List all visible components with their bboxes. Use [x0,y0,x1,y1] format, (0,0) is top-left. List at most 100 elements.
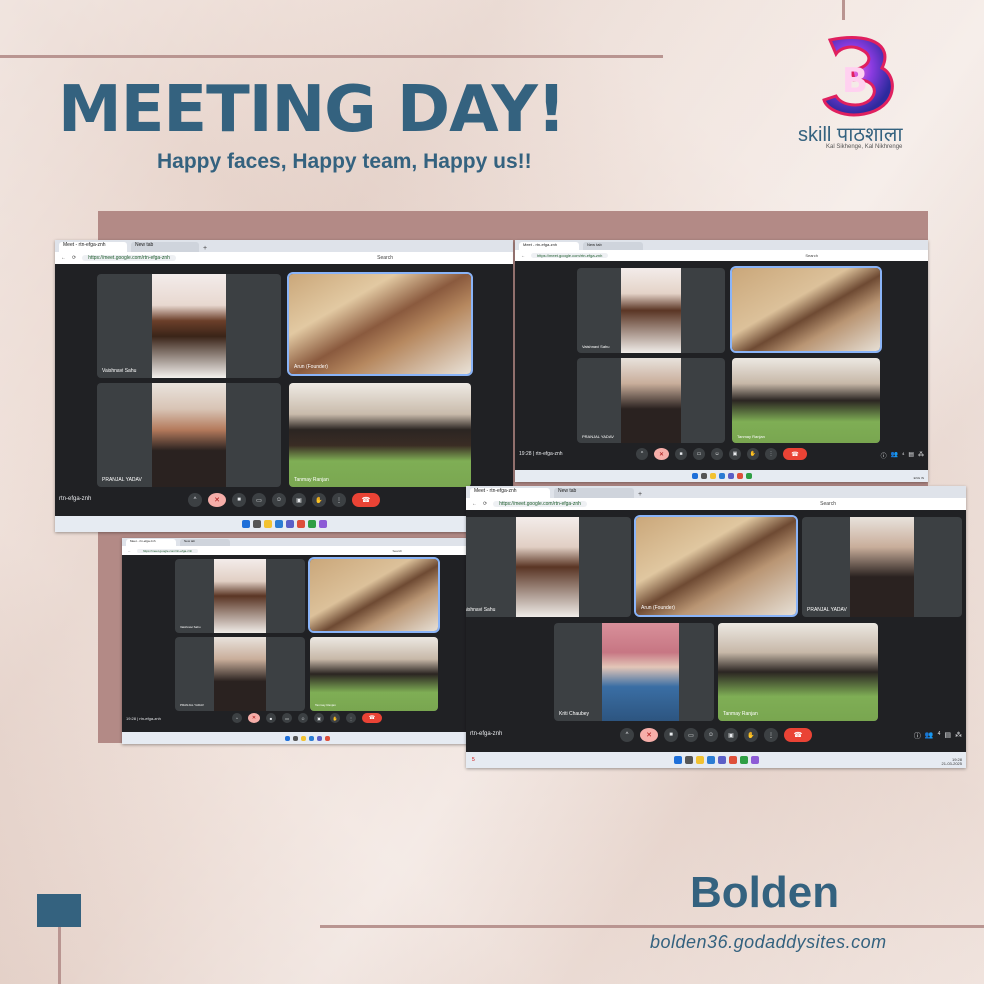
caret-up-icon[interactable]: ^ [636,448,648,460]
more-options-icon[interactable]: ⋮ [332,493,346,507]
camera-icon[interactable]: ■ [232,493,246,507]
chrome-icon[interactable] [736,473,743,479]
emoji-icon[interactable]: ☺ [298,713,308,723]
emoji-icon[interactable]: ☺ [711,448,723,460]
captions-icon[interactable]: ▭ [282,713,292,723]
present-icon[interactable]: ▣ [292,493,306,507]
end-call-icon[interactable]: ☎ [352,493,380,507]
folder-icon[interactable] [300,735,306,741]
captions-icon[interactable]: ▭ [252,493,266,507]
app-icon[interactable] [318,520,327,528]
activities-icon[interactable]: ⁂ [955,731,962,741]
back-icon[interactable]: ← [61,255,66,261]
chat-icon[interactable]: ▤ [944,731,951,741]
teams-icon[interactable] [717,756,726,764]
camera-icon[interactable]: ■ [675,448,687,460]
url-field[interactable]: https://meet.google.com/rtn-efga-znh [531,253,609,258]
app-icon[interactable] [750,756,759,764]
camera-icon[interactable]: ■ [266,713,276,723]
people-icon[interactable]: 👥 [925,731,934,741]
raise-hand-icon[interactable]: ✋ [312,493,326,507]
chat-icon[interactable]: ▤ [908,451,914,460]
start-icon[interactable] [691,473,698,479]
present-icon[interactable]: ▣ [724,728,738,742]
new-tab-icon[interactable]: + [638,491,642,498]
captions-icon[interactable]: ▭ [684,728,698,742]
teams-icon[interactable] [727,473,734,479]
mic-off-icon[interactable]: ✕ [208,493,226,507]
chrome-icon[interactable] [728,756,737,764]
end-call-icon[interactable]: ☎ [362,713,382,723]
reload-icon[interactable]: ⟳ [483,501,487,507]
more-options-icon[interactable]: ⋮ [346,713,356,723]
emoji-icon[interactable]: ☺ [704,728,718,742]
search-icon[interactable] [700,473,707,479]
info-icon[interactable]: ⓘ [914,731,921,741]
start-icon[interactable] [284,735,290,741]
present-icon[interactable]: ▣ [314,713,324,723]
folder-icon[interactable] [263,520,272,528]
edge-icon[interactable] [706,756,715,764]
captions-icon[interactable]: ▭ [693,448,705,460]
mic-off-icon[interactable]: ✕ [640,728,658,742]
participant-video [515,517,579,617]
more-options-icon[interactable]: ⋮ [764,728,778,742]
end-call-icon[interactable]: ☎ [784,728,812,742]
raise-hand-icon[interactable]: ✋ [747,448,759,460]
chrome-icon[interactable] [324,735,330,741]
tab-meet[interactable]: Meet - rtn-efga-znh [519,242,579,250]
start-icon[interactable] [241,520,250,528]
url-field[interactable]: https://meet.google.com/rtn-efga-znh [493,501,587,507]
search-field[interactable]: Search [392,549,402,553]
present-icon[interactable]: ▣ [729,448,741,460]
website-url[interactable]: bolden36.godaddysites.com [650,932,887,953]
tab-new[interactable]: New tab [180,539,230,546]
tab-new[interactable]: New tab [583,242,643,250]
tab-meet[interactable]: Meet - rtn-efga-znh [126,539,176,546]
url-field[interactable]: https://meet.google.com/rtn-efga-znh [137,548,199,553]
chrome-icon[interactable] [296,520,305,528]
caret-up-icon[interactable]: ^ [188,493,202,507]
tab-new[interactable]: New tab [554,488,634,498]
tab-meet[interactable]: Meet - rtn-efga-znh [470,488,550,498]
activities-icon[interactable]: ⁂ [918,451,924,460]
info-icon[interactable]: ⓘ [881,451,887,460]
search-field[interactable]: Search [805,253,818,258]
app-icon[interactable] [307,520,316,528]
participant-video [850,517,914,617]
people-icon[interactable]: 👥 [891,451,898,460]
tab-new[interactable]: New tab [131,242,199,252]
reload-icon[interactable]: ⟳ [72,255,76,261]
search-icon[interactable] [684,756,693,764]
teams-icon[interactable] [316,735,322,741]
back-icon[interactable]: ← [472,501,477,507]
end-call-icon[interactable]: ☎ [783,448,807,460]
folder-icon[interactable] [709,473,716,479]
tab-meet[interactable]: Meet - rtn-efga-znh [59,242,127,252]
raise-hand-icon[interactable]: ✋ [744,728,758,742]
app-icon[interactable] [739,756,748,764]
emoji-icon[interactable]: ☺ [272,493,286,507]
mic-off-icon[interactable]: ✕ [654,448,669,460]
back-icon[interactable]: ← [521,253,525,258]
camera-icon[interactable]: ■ [664,728,678,742]
app-icon[interactable] [745,473,752,479]
edge-icon[interactable] [718,473,725,479]
search-field[interactable]: Search [377,255,393,261]
caret-up-icon[interactable]: ^ [232,713,242,723]
search-field[interactable]: Search [820,501,836,507]
new-tab-icon[interactable]: + [203,245,207,252]
raise-hand-icon[interactable]: ✋ [330,713,340,723]
folder-icon[interactable] [695,756,704,764]
back-icon[interactable]: ← [128,549,131,553]
search-icon[interactable] [252,520,261,528]
edge-icon[interactable] [308,735,314,741]
url-field[interactable]: https://meet.google.com/rtn-efga-znh [82,255,176,261]
teams-icon[interactable] [285,520,294,528]
caret-up-icon[interactable]: ^ [620,728,634,742]
search-icon[interactable] [292,735,298,741]
more-options-icon[interactable]: ⋮ [765,448,777,460]
mic-off-icon[interactable]: ✕ [248,713,260,723]
start-icon[interactable] [673,756,682,764]
edge-icon[interactable] [274,520,283,528]
